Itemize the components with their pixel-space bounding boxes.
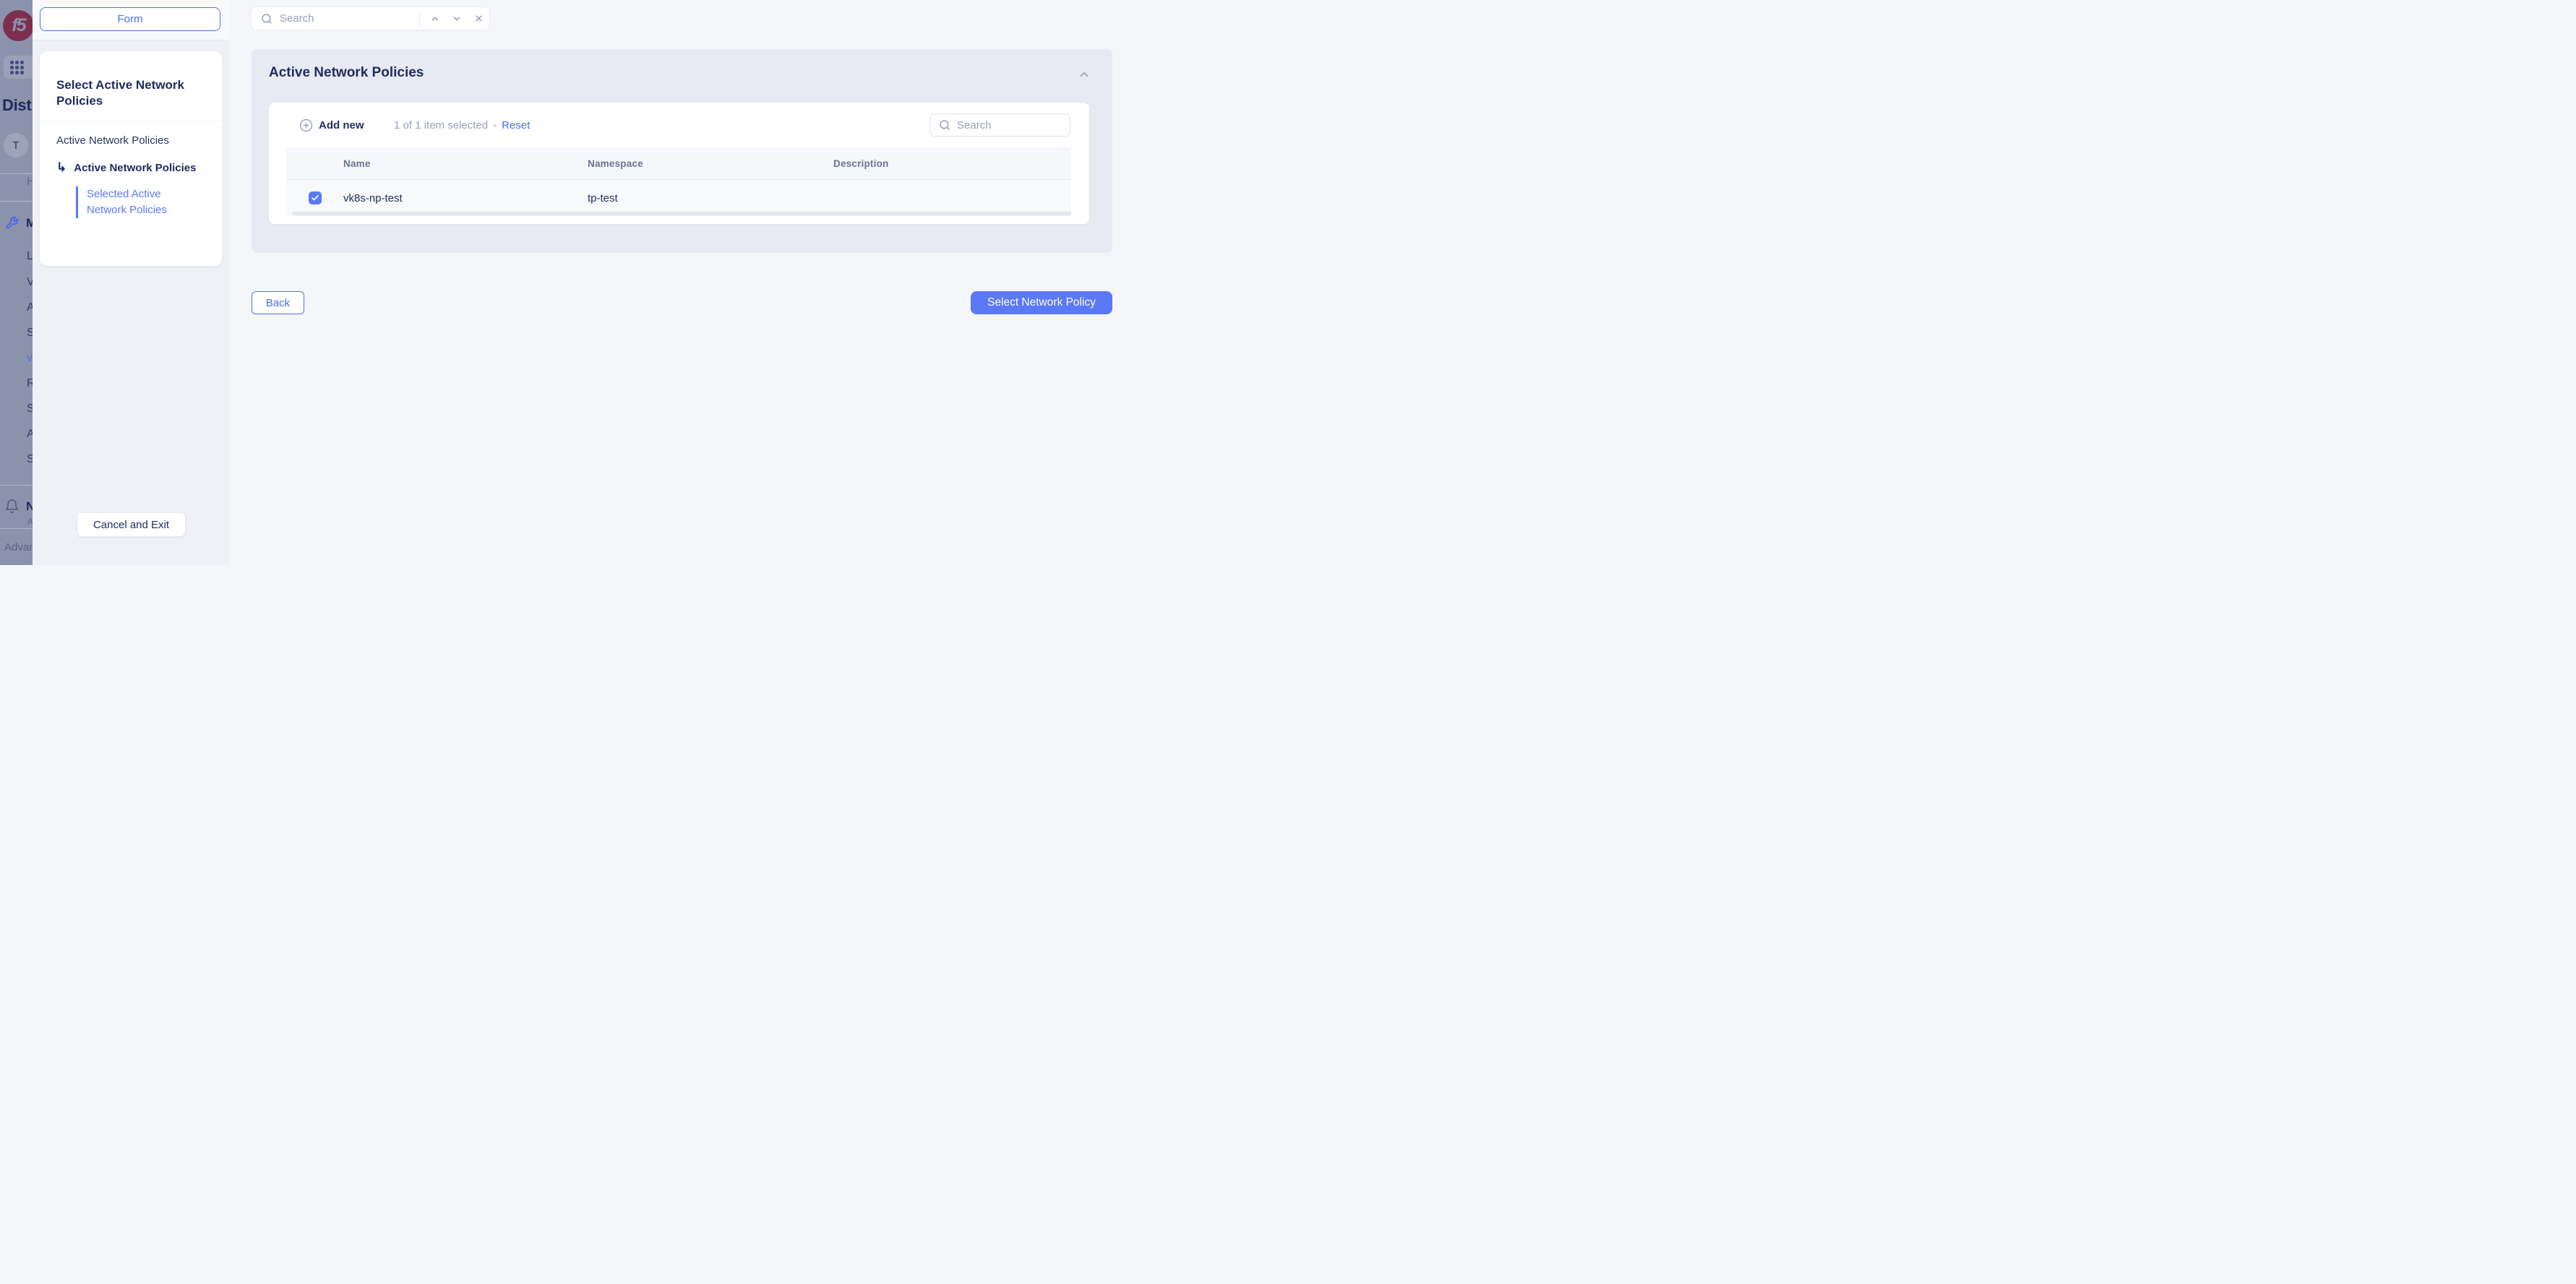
sidebar-divider [0,485,33,486]
form-nav-title: Select Active Network Policies [56,77,205,109]
sidebar-advanced-toggle[interactable]: Advan [4,541,33,553]
sidebar-item-active[interactable]: v [27,352,33,365]
f5-logo-text: f5 [12,15,25,36]
f5-logo: f5 [3,10,33,41]
form-wizard-panel: Form Select Active Network Policies Acti… [33,0,229,565]
search-icon [939,119,950,131]
sidebar-item[interactable]: S [27,402,33,415]
policy-selector-card: Add new 1 of 1 item selected - Reset [269,103,1089,224]
row-namespace: tp-test [570,192,816,204]
table-row[interactable]: vk8s-np-test tp-test [286,180,1071,216]
column-header-name: Name [326,158,570,169]
page-find-bar [251,7,490,30]
app-switcher-button[interactable]: S [4,56,33,79]
form-panel-header: Form [33,0,229,40]
page-search-input[interactable] [280,12,419,25]
find-next-button[interactable] [446,9,468,29]
row-name: vk8s-np-test [326,192,570,204]
search-icon [261,13,272,25]
page-title-fragment: Dist [2,96,31,115]
horizontal-scrollbar[interactable] [292,212,1071,215]
select-network-policy-button[interactable]: Select Network Policy [971,291,1112,314]
sidebar-item[interactable]: R [27,377,33,390]
nested-arrow-icon [56,160,66,174]
form-nav-card: Select Active Network Policies Active Ne… [40,51,222,266]
app-window: f5 S Dist T H M L V A S v R S A S N [0,0,1133,565]
sidebar-item[interactable]: A [27,428,33,441]
avatar-letter: T [12,139,19,152]
sidebar-alerts-fragment: A [27,517,33,527]
table-search-input[interactable] [957,119,1070,132]
nav-current-item[interactable]: Active Network Policies [56,159,205,177]
tenant-avatar[interactable]: T [4,133,28,158]
plus-circle-icon [299,119,313,132]
wrench-icon [5,216,19,233]
sidebar-divider [0,528,33,529]
column-header-description: Description [816,158,1071,169]
nav-section-item[interactable]: Active Network Policies [56,134,205,147]
table-toolbar: Add new 1 of 1 item selected - Reset [269,113,1089,137]
sidebar-item[interactable]: S [27,453,33,466]
sidebar-item[interactable]: L [27,250,33,263]
nav-sub-item-link[interactable]: Selected Active Network Policies [76,186,173,218]
sidebar-divider [0,173,33,174]
selection-status-text: 1 of 1 item selected [394,119,488,132]
sidebar-nav: f5 S Dist T H M L V A S v R S A S N [0,0,33,565]
table-search-box [929,113,1070,137]
sidebar-item-notifications[interactable]: N [26,499,33,514]
sidebar-item[interactable]: S [27,327,33,340]
form-tab[interactable]: Form [40,7,220,31]
add-new-label: Add new [319,119,364,132]
selection-status: 1 of 1 item selected - Reset [394,113,530,137]
grid-dots-icon [10,61,26,74]
status-separator: - [493,119,497,132]
sidebar-item-home[interactable]: H [27,176,33,189]
cancel-and-exit-button[interactable]: Cancel and Exit [77,512,186,537]
nav-current-label: Active Network Policies [74,162,196,174]
column-header-namespace: Namespace [570,158,816,169]
table-header-row: Name Namespace Description [286,147,1071,180]
sidebar-item[interactable]: A [27,301,33,314]
add-new-button[interactable]: Add new [299,113,364,137]
search-divider [419,12,420,26]
section-title: Active Network Policies [269,65,424,81]
main-content: Active Network Policies Add new 1 of 1 i… [229,0,1133,565]
close-find-button[interactable] [468,9,489,29]
row-checkbox[interactable] [309,191,322,204]
bell-icon [4,499,20,517]
active-network-policies-section: Active Network Policies Add new 1 of 1 i… [252,49,1112,253]
find-previous-button[interactable] [424,9,446,29]
collapse-section-button[interactable] [1076,66,1092,82]
policies-table: Name Namespace Description vk8s-np-test … [286,147,1071,216]
back-button[interactable]: Back [252,291,304,314]
sidebar-divider [0,201,33,202]
sidebar-item-manage[interactable]: M [26,216,33,230]
sidebar-item[interactable]: V [27,276,33,289]
reset-link[interactable]: Reset [502,119,530,132]
